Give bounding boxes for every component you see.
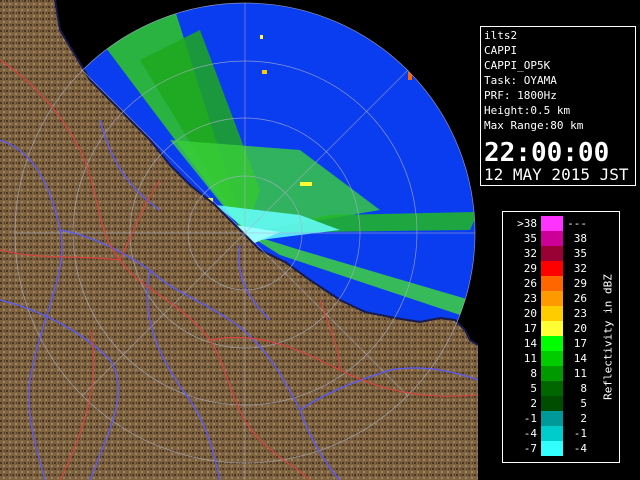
legend-lower-bound: -4: [523, 427, 537, 440]
legend-row: 11 14: [505, 351, 589, 366]
legend-lower-bound: 32: [523, 247, 537, 260]
legend-row: 58: [505, 381, 589, 396]
legend-upper-bound: ---: [567, 217, 587, 230]
legend-upper-bound: 20: [573, 322, 587, 335]
legend-lower-bound: -7: [523, 442, 537, 455]
radar-map: [0, 0, 478, 480]
legend-upper-bound: 29: [573, 277, 587, 290]
legend-swatch: [541, 441, 563, 456]
legend-row: 35 38: [505, 231, 589, 246]
legend-lower-bound: 26: [523, 277, 537, 290]
legend-lower-bound: 23: [523, 292, 537, 305]
legend-lower-bound: 5: [530, 382, 537, 395]
legend-swatch: [541, 396, 563, 411]
legend-row: -7 -4: [505, 441, 589, 456]
legend-upper-bound: 38: [573, 232, 587, 245]
legend-lower-bound: 8: [530, 367, 537, 380]
legend-row: -4 -1: [505, 426, 589, 441]
legend-row: >38 ---: [505, 216, 589, 231]
legend-row: 17 20: [505, 321, 589, 336]
legend-swatch: [541, 366, 563, 381]
legend-upper-bound: 26: [573, 292, 587, 305]
scan-date: 12 MAY 2015 JST: [484, 165, 629, 184]
legend-row: 23 26: [505, 291, 589, 306]
legend-upper-bound: 5: [580, 397, 587, 410]
reflectivity-legend: >38 --- 35 38 32 35 29 32 26 29 23 26 20 23 17 20 14 17 11…: [502, 211, 620, 463]
legend-row: 20 23: [505, 306, 589, 321]
legend-lower-bound: 35: [523, 232, 537, 245]
legend-swatch: [541, 411, 563, 426]
legend-swatch: [541, 321, 563, 336]
legend-unit-text: Reflectivity in dBZ: [601, 274, 615, 400]
legend-upper-bound: -4: [573, 442, 587, 455]
legend-upper-bound: 17: [573, 337, 587, 350]
legend-row: 26 29: [505, 276, 589, 291]
legend-lower-bound: 29: [523, 262, 537, 275]
legend-upper-bound: -1: [573, 427, 587, 440]
echo-cell: [120, 15, 132, 23]
legend-swatch: [541, 381, 563, 396]
radar-map-view[interactable]: [0, 0, 478, 480]
legend-lower-bound: 20: [523, 307, 537, 320]
legend-lower-bound: 17: [523, 322, 537, 335]
legend-swatch: [541, 336, 563, 351]
scan-info-panel: ilts2 CAPPI CAPPI_OP5K Task: OYAMA PRF: …: [480, 26, 636, 186]
legend-swatch: [541, 291, 563, 306]
product-name: CAPPI: [484, 44, 518, 57]
height-label: Height:0.5 km: [484, 104, 571, 117]
legend-swatch: [541, 231, 563, 246]
legend-swatch: [541, 216, 563, 231]
legend-upper-bound: 11: [573, 367, 587, 380]
station-name: ilts2: [484, 29, 518, 42]
legend-upper-bound: 2: [580, 412, 587, 425]
legend-row: 8 11: [505, 366, 589, 381]
task-label: Task: OYAMA: [484, 74, 557, 87]
legend-row: 14 17: [505, 336, 589, 351]
legend-row: 32 35: [505, 246, 589, 261]
legend-swatch: [541, 306, 563, 321]
legend-lower-bound: 14: [523, 337, 537, 350]
legend-swatch: [541, 426, 563, 441]
product-id: CAPPI_OP5K: [484, 59, 551, 72]
legend-upper-bound: 35: [573, 247, 587, 260]
legend-lower-bound: 11: [523, 352, 537, 365]
echo-cell: [125, 18, 130, 22]
legend-swatch: [541, 351, 563, 366]
legend-row: -1 2: [505, 411, 589, 426]
legend-swatch: [541, 246, 563, 261]
scan-time: 22:00:00: [484, 138, 610, 168]
legend-unit-label: Reflectivity in dBZ: [601, 252, 615, 422]
legend-swatch: [541, 261, 563, 276]
legend-lower-bound: >38: [517, 217, 537, 230]
legend-row: 25: [505, 396, 589, 411]
max-range-label: Max Range:80 km: [484, 119, 584, 132]
legend-row: 29 32: [505, 261, 589, 276]
prf-label: PRF: 1800Hz: [484, 89, 557, 102]
legend-upper-bound: 8: [580, 382, 587, 395]
legend-upper-bound: 23: [573, 307, 587, 320]
legend-lower-bound: 2: [530, 397, 537, 410]
legend-lower-bound: -1: [523, 412, 537, 425]
legend-upper-bound: 32: [573, 262, 587, 275]
legend-upper-bound: 14: [573, 352, 587, 365]
legend-swatch: [541, 276, 563, 291]
